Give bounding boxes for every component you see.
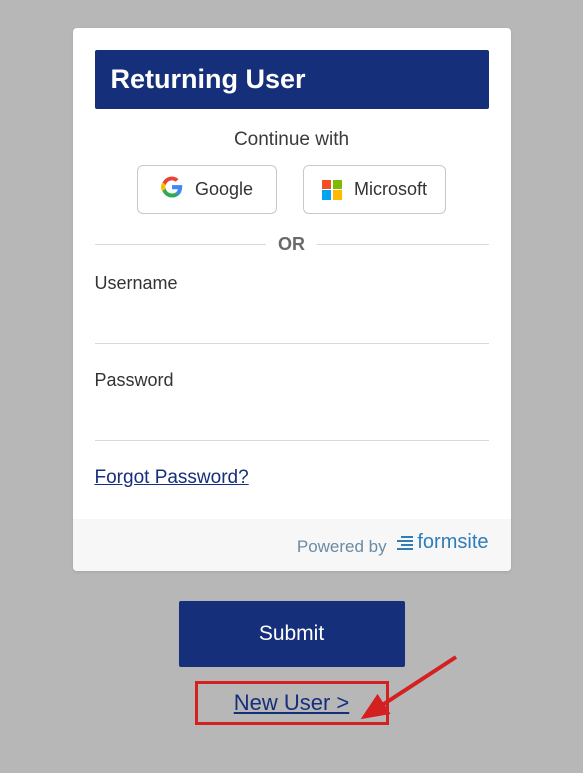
microsoft-icon (322, 180, 342, 200)
forgot-password-link[interactable]: Forgot Password? (95, 467, 249, 488)
powered-by-label: Powered by (297, 537, 387, 556)
formsite-logo[interactable]: formsite (397, 531, 488, 554)
username-input[interactable] (95, 300, 489, 344)
password-input[interactable] (95, 397, 489, 441)
social-buttons-row: Google Microsoft (95, 165, 489, 214)
google-button-label: Google (195, 179, 253, 200)
card-footer: Powered by formsite (73, 519, 511, 571)
social-section: Continue with Google (95, 129, 489, 214)
google-icon (161, 176, 183, 203)
microsoft-login-button[interactable]: Microsoft (303, 165, 446, 214)
password-label: Password (95, 370, 489, 391)
username-field-block: Username (95, 273, 489, 344)
formsite-icon (397, 534, 413, 552)
username-label: Username (95, 273, 489, 294)
submit-button[interactable]: Submit (179, 601, 405, 667)
password-field-block: Password (95, 370, 489, 441)
continue-with-label: Continue with (95, 129, 489, 151)
brand-name: formsite (417, 531, 488, 554)
forgot-password-container: Forgot Password? (95, 467, 489, 519)
card-body: Returning User Continue with Google (73, 28, 511, 519)
divider-or: OR (95, 234, 489, 255)
divider-text: OR (278, 234, 305, 255)
google-login-button[interactable]: Google (137, 165, 277, 214)
new-user-link[interactable]: New User > (234, 690, 350, 715)
microsoft-button-label: Microsoft (354, 179, 427, 200)
page-title: Returning User (95, 50, 489, 109)
new-user-highlight-box: New User > (195, 681, 389, 725)
page-title-text: Returning User (111, 64, 306, 94)
login-card: Returning User Continue with Google (73, 28, 511, 571)
